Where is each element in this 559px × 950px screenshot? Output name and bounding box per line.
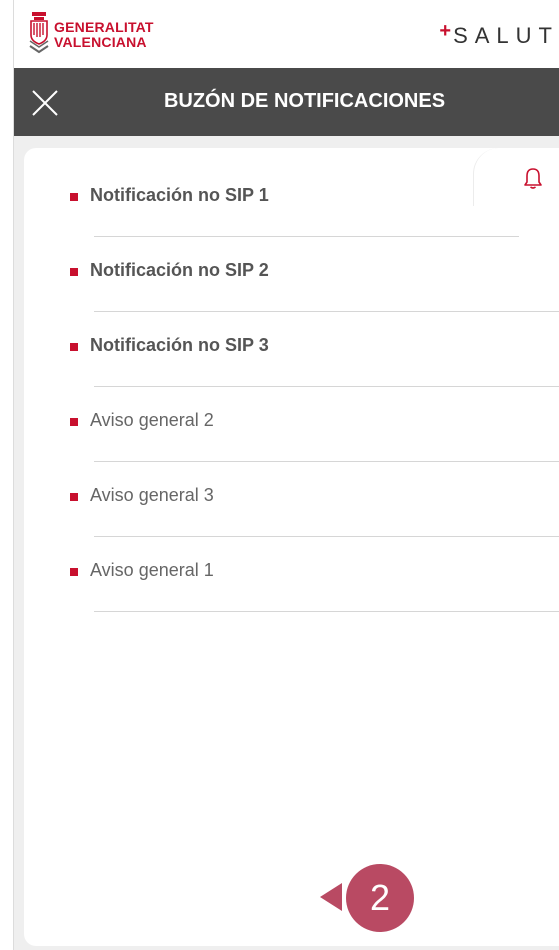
- content-area: Notificación no SIP 1 Notificación no SIP…: [14, 136, 559, 950]
- salut-brand: +SALUT: [439, 20, 559, 49]
- notification-item[interactable]: Aviso general 3: [70, 462, 559, 537]
- left-frame-edge: [0, 0, 14, 950]
- bullet-icon: [70, 568, 78, 576]
- notification-label: Aviso general 2: [90, 410, 214, 430]
- notification-label: Aviso general 3: [90, 485, 214, 505]
- bullet-icon: [70, 343, 78, 351]
- generalitat-logo: GENERALITAT VALENCIANA: [28, 10, 168, 54]
- callout-arrow-icon: [320, 883, 342, 911]
- notification-label: Notificación no SIP 3: [90, 335, 269, 355]
- notification-item[interactable]: Aviso general 1: [70, 537, 559, 612]
- notifications-panel: Notificación no SIP 1 Notificación no SIP…: [24, 148, 559, 946]
- step-callout: 2: [320, 864, 430, 934]
- coat-of-arms-icon: [29, 12, 49, 54]
- notification-label: Aviso general 1: [90, 560, 214, 580]
- notification-item[interactable]: Notificación no SIP 1: [70, 162, 559, 237]
- bullet-icon: [70, 493, 78, 501]
- logo-text: GENERALITAT VALENCIANA: [54, 20, 154, 50]
- notification-item[interactable]: Notificación no SIP 3: [70, 312, 559, 387]
- step-number-badge: 2: [346, 864, 414, 932]
- logo-line-2: VALENCIANA: [54, 34, 147, 50]
- bullet-icon: [70, 193, 78, 201]
- brand-plus: +: [439, 20, 454, 42]
- divider: [94, 611, 559, 612]
- title-bar: BUZÓN DE NOTIFICACIONES: [14, 68, 559, 136]
- bullet-icon: [70, 418, 78, 426]
- page-title: BUZÓN DE NOTIFICACIONES: [163, 90, 446, 112]
- notification-label: Notificación no SIP 2: [90, 260, 269, 280]
- notification-item[interactable]: Notificación no SIP 2: [70, 237, 559, 312]
- logo-line-1: GENERALITAT: [54, 19, 154, 35]
- notification-label: Notificación no SIP 1: [90, 185, 269, 205]
- notification-item[interactable]: Aviso general 2: [70, 387, 559, 462]
- app-header: GENERALITAT VALENCIANA +SALUT: [14, 0, 559, 68]
- brand-name: SALUT: [453, 23, 559, 48]
- bullet-icon: [70, 268, 78, 276]
- notification-list: Notificación no SIP 1 Notificación no SIP…: [70, 162, 559, 612]
